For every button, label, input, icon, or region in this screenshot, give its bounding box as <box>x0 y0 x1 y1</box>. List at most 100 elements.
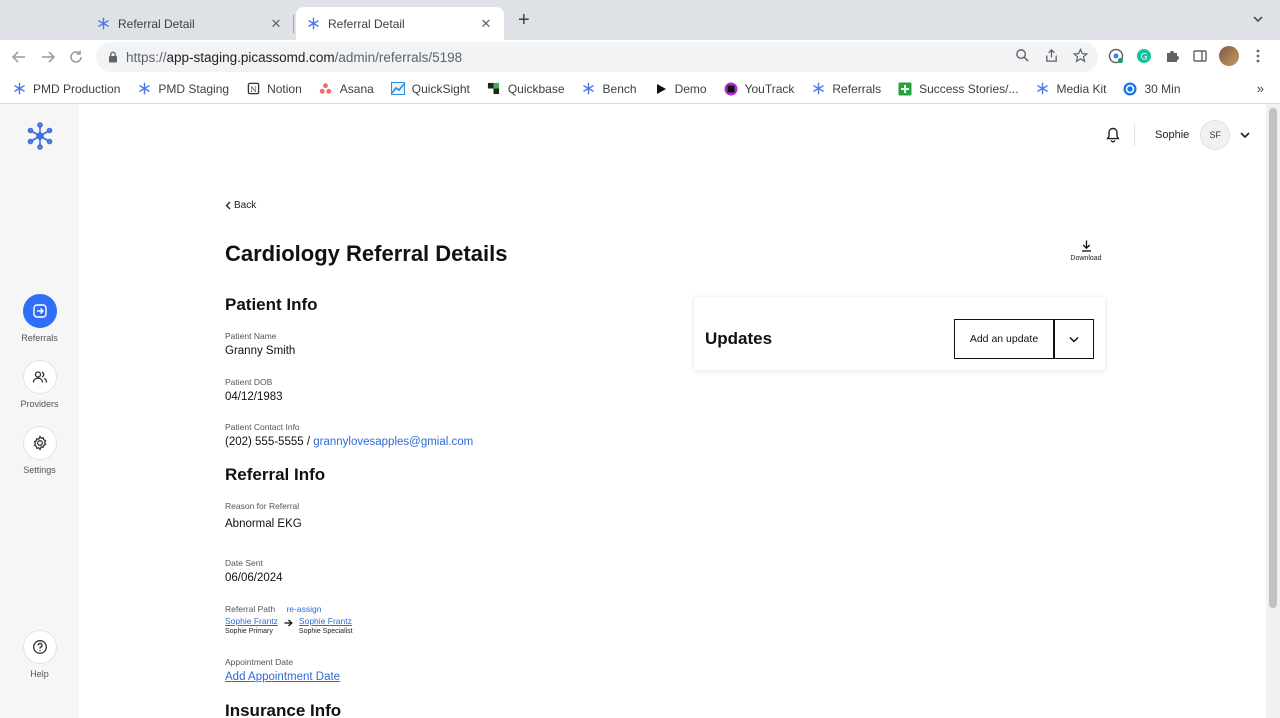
bookmark-label: Success Stories/... <box>919 81 1019 96</box>
address-bar[interactable]: https://app-staging.picassomd.com/admin/… <box>96 42 1098 72</box>
bookmark-item[interactable]: PMD Production <box>12 82 120 96</box>
pmd-snowflake-icon <box>137 82 151 96</box>
svg-text:N: N <box>250 85 257 94</box>
bookmark-item[interactable]: N Notion <box>246 82 302 96</box>
sidebar-item-providers[interactable]: Providers <box>0 360 79 409</box>
bookmark-star-icon[interactable] <box>1072 47 1089 66</box>
bookmark-item[interactable]: Success Stories/... <box>898 82 1018 96</box>
back-link[interactable]: Back <box>225 200 256 211</box>
reload-icon[interactable] <box>65 46 87 68</box>
patient-phone: (202) 555-5555 <box>225 436 304 448</box>
referral-info-heading: Referral Info <box>225 465 326 484</box>
quickbase-icon <box>487 82 501 96</box>
back-arrow-icon[interactable] <box>8 46 30 68</box>
side-panel-icon[interactable] <box>1191 47 1209 65</box>
bell-icon[interactable] <box>1100 127 1126 143</box>
from-provider-role: Sophie Primary <box>225 628 273 635</box>
referral-path-from: Sophie Frantz Sophie Primary <box>225 616 278 635</box>
close-icon[interactable]: ✕ <box>478 16 494 32</box>
to-provider-link[interactable]: Sophie Frantz <box>299 616 353 626</box>
updates-card: Updates Add an update <box>694 297 1105 370</box>
insurance-info-heading: Insurance Info <box>225 701 342 718</box>
bookmark-item[interactable]: PMD Staging <box>137 82 229 96</box>
logo-icon[interactable] <box>25 121 55 156</box>
chrome-menu-icon[interactable] <box>1249 47 1267 65</box>
scrollbar-thumb[interactable] <box>1269 108 1277 608</box>
chevron-left-icon <box>225 201 231 210</box>
bookmark-label: YouTrack <box>744 81 795 96</box>
appointment-date-label: Appointment Date <box>225 657 294 667</box>
from-provider-link[interactable]: Sophie Frantz <box>225 616 278 626</box>
puzzle-extensions-icon[interactable] <box>1163 47 1181 65</box>
bookmark-item[interactable]: Media Kit <box>1035 82 1106 96</box>
page-scrollbar[interactable] <box>1266 104 1280 718</box>
download-icon <box>1081 240 1091 252</box>
add-update-button[interactable]: Add an update <box>954 319 1054 359</box>
referral-path: Sophie Frantz Sophie Primary Sophie Fran… <box>225 616 353 635</box>
divider <box>1134 124 1135 146</box>
sidebar-item-settings[interactable]: Settings <box>0 426 79 475</box>
avatar[interactable]: SF <box>1200 120 1231 150</box>
bookmark-label: Media Kit <box>1056 81 1107 96</box>
pmd-snowflake-icon <box>96 17 110 31</box>
download-button[interactable]: Download <box>1066 240 1106 262</box>
bookmark-item[interactable]: Demo <box>654 82 707 96</box>
profile-avatar-icon[interactable] <box>1219 46 1239 66</box>
url-host: app-staging.picassomd.com <box>166 49 335 65</box>
close-icon[interactable]: ✕ <box>268 16 284 32</box>
sidebar-item-help[interactable]: Help <box>0 630 79 679</box>
download-label: Download <box>1070 255 1102 262</box>
updates-dropdown-button[interactable] <box>1054 319 1094 359</box>
play-icon <box>654 82 668 96</box>
browser-tab[interactable]: Referral Detail ✕ <box>86 7 294 40</box>
zoom-icon[interactable] <box>1015 48 1030 66</box>
bookmark-item[interactable]: QuickSight <box>390 82 470 96</box>
user-name[interactable]: Sophie <box>1155 129 1189 141</box>
sidebar-item-referrals[interactable]: Referrals <box>0 294 79 343</box>
youtrack-icon <box>724 82 738 96</box>
patient-name-label: Patient Name <box>225 331 277 341</box>
share-icon[interactable] <box>1044 48 1059 66</box>
chevron-down-icon[interactable] <box>1240 131 1250 139</box>
date-sent-label: Date Sent <box>225 558 263 568</box>
browser-tab-bar: Referral Detail ✕ Referral Detail ✕ + <box>0 0 1280 40</box>
tab-search-icon[interactable] <box>1252 12 1264 30</box>
patient-info-heading: Patient Info <box>225 295 318 314</box>
svg-text:G: G <box>1141 53 1148 63</box>
extension-icon[interactable] <box>1107 47 1125 65</box>
referral-path-to: Sophie Frantz Sophie Specialist <box>299 616 353 635</box>
contact-separator: / <box>303 436 314 448</box>
bookmarks-bar: PMD Production PMD Staging N Notion Asan… <box>0 74 1280 104</box>
bookmark-item[interactable]: 30 Min <box>1123 82 1181 96</box>
referral-path-label-text: Referral Path <box>225 604 276 614</box>
providers-icon <box>22 360 57 394</box>
add-appointment-link[interactable]: Add Appointment Date <box>225 671 340 683</box>
tab-title: Referral Detail <box>328 16 405 31</box>
patient-email-link[interactable]: grannylovesapples@gmial.com <box>313 436 473 448</box>
arrow-right-icon <box>284 619 293 627</box>
patient-name-value: Granny Smith <box>225 345 296 357</box>
new-tab-icon[interactable]: + <box>518 10 530 30</box>
pmd-snowflake-icon <box>306 17 320 31</box>
reassign-link[interactable]: re-assign <box>286 604 321 614</box>
bookmarks-overflow-button[interactable]: » <box>1257 81 1264 96</box>
help-icon <box>22 630 57 664</box>
bookmark-label: Bench <box>602 81 637 96</box>
pmd-snowflake-icon <box>582 82 596 96</box>
quicksight-icon <box>390 82 405 96</box>
referral-path-label: Referral Path re-assign <box>225 604 321 614</box>
bookmark-item[interactable]: Bench <box>582 82 637 96</box>
grammarly-icon[interactable]: G <box>1135 47 1153 65</box>
user-header: Sophie SF <box>1100 120 1250 150</box>
lock-icon <box>108 51 118 63</box>
bookmark-label: Referrals <box>832 81 882 96</box>
browser-tab-active[interactable]: Referral Detail ✕ <box>296 7 504 40</box>
bookmark-item[interactable]: Referrals <box>811 82 881 96</box>
bookmark-item[interactable]: Quickbase <box>487 82 565 96</box>
forward-arrow-icon[interactable] <box>37 46 59 68</box>
url-scheme: https:// <box>126 49 167 65</box>
browser-toolbar: https://app-staging.picassomd.com/admin/… <box>0 40 1280 74</box>
pmd-snowflake-icon <box>12 82 26 96</box>
bookmark-item[interactable]: YouTrack <box>724 81 795 96</box>
bookmark-item[interactable]: Asana <box>319 82 374 96</box>
